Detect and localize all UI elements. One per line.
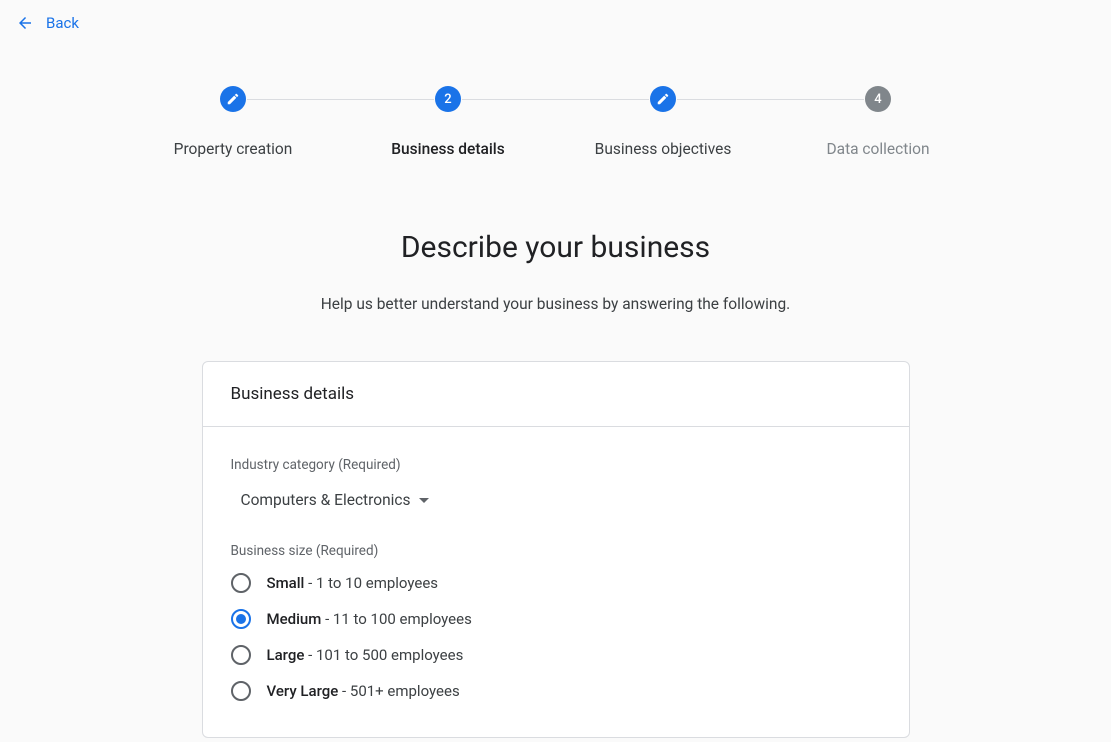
edit-icon	[650, 86, 676, 112]
step-connector	[677, 99, 864, 100]
size-label: Business size (Required)	[231, 543, 881, 559]
radio-icon	[231, 573, 251, 593]
step-label: Data collection	[826, 140, 929, 158]
step-2[interactable]: 2 Business details	[341, 86, 556, 158]
step-number-icon: 2	[435, 86, 461, 112]
card-title: Business details	[203, 362, 909, 427]
industry-value: Computers & Electronics	[241, 491, 411, 509]
radio-label: Medium - 11 to 100 employees	[267, 610, 472, 628]
industry-dropdown[interactable]: Computers & Electronics	[233, 487, 437, 513]
size-option-small[interactable]: Small - 1 to 10 employees	[231, 573, 881, 593]
industry-label: Industry category (Required)	[231, 457, 881, 473]
radio-icon	[231, 645, 251, 665]
back-arrow-icon	[16, 14, 34, 32]
step-connector	[247, 99, 434, 100]
size-option-large[interactable]: Large - 101 to 500 employees	[231, 645, 881, 665]
radio-label: Small - 1 to 10 employees	[267, 574, 439, 592]
step-1[interactable]: Property creation	[126, 86, 341, 158]
radio-icon	[231, 609, 251, 629]
step-label: Property creation	[174, 140, 293, 158]
back-label: Back	[46, 14, 79, 32]
page-subtitle: Help us better understand your business …	[0, 295, 1111, 313]
step-3[interactable]: Business objectives	[556, 86, 771, 158]
radio-label: Very Large - 501+ employees	[267, 682, 460, 700]
step-label: Business details	[391, 140, 505, 158]
step-number-icon: 4	[865, 86, 891, 112]
step-connector	[462, 99, 649, 100]
size-option-very-large[interactable]: Very Large - 501+ employees	[231, 681, 881, 701]
stepper: Property creation 2 Business details Busine…	[126, 86, 986, 158]
radio-icon	[231, 681, 251, 701]
edit-icon	[220, 86, 246, 112]
page-title: Describe your business	[0, 230, 1111, 265]
dropdown-arrow-icon	[419, 498, 429, 503]
radio-label: Large - 101 to 500 employees	[267, 646, 464, 664]
size-option-medium[interactable]: Medium - 11 to 100 employees	[231, 609, 881, 629]
step-label: Business objectives	[595, 140, 732, 158]
business-details-card: Business details Industry category (Requ…	[202, 361, 910, 738]
back-link[interactable]: Back	[0, 0, 95, 46]
size-radio-group: Small - 1 to 10 employees Medium - 11 to …	[231, 573, 881, 701]
step-4: 4 Data collection	[771, 86, 986, 158]
